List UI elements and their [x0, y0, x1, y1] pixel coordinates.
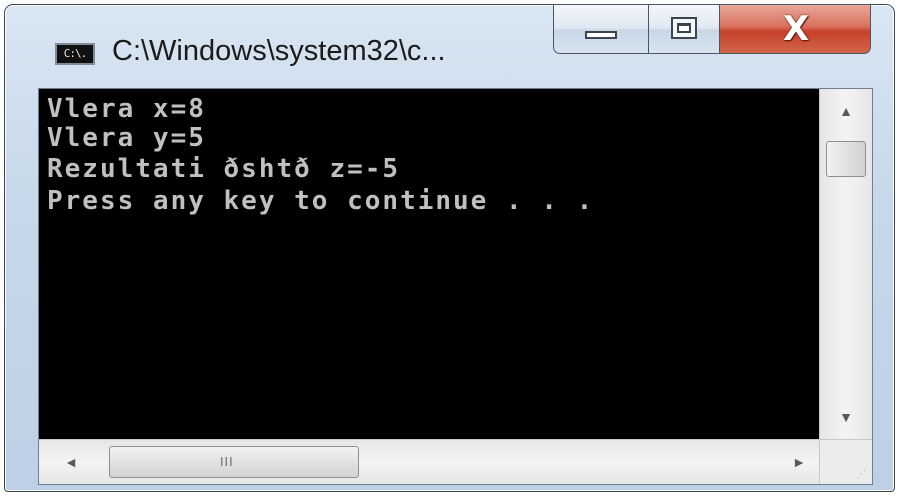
minimize-icon — [585, 31, 617, 39]
scroll-left-arrow-icon[interactable]: ◄ — [51, 440, 91, 484]
resize-grip-icon[interactable]: ⋰ — [819, 439, 872, 484]
scroll-down-arrow-icon[interactable]: ▼ — [820, 399, 872, 435]
scroll-up-arrow-icon[interactable]: ▲ — [820, 93, 872, 129]
minimize-button[interactable] — [553, 4, 649, 54]
console-line: Vlera y=5 — [47, 123, 206, 153]
cmd-icon[interactable]: C:\. — [55, 43, 95, 65]
console-line: Press any key to continue . . . — [47, 186, 595, 216]
horizontal-scroll-thumb[interactable]: III — [109, 446, 359, 478]
console-output[interactable]: Vlera x=8 Vlera y=5 Rezultati ðshtð z=-5… — [39, 89, 819, 439]
close-button[interactable]: X — [719, 4, 871, 54]
maximize-icon — [671, 17, 697, 39]
horizontal-scrollbar[interactable]: ◄ III ► — [39, 439, 819, 484]
scroll-right-arrow-icon[interactable]: ► — [779, 440, 819, 484]
caption-buttons: X — [553, 4, 871, 56]
vertical-scrollbar[interactable]: ▲ ▼ — [819, 89, 872, 439]
console-line: Vlera x=8 — [47, 94, 206, 124]
console-window: C:\. C:\Windows\system32\c... X Vlera x=… — [4, 4, 895, 492]
maximize-button[interactable] — [648, 4, 720, 54]
grip-icon: III — [220, 455, 234, 469]
vertical-scroll-thumb[interactable] — [826, 141, 866, 177]
close-icon: X — [782, 9, 810, 49]
console-line: Rezultati ðshtð z=-5 — [47, 154, 401, 184]
title-bar[interactable]: C:\. C:\Windows\system32\c... X — [5, 4, 894, 85]
window-title: C:\Windows\system32\c... — [112, 35, 446, 67]
console-frame: Vlera x=8 Vlera y=5 Rezultati ðshtð z=-5… — [38, 88, 873, 485]
